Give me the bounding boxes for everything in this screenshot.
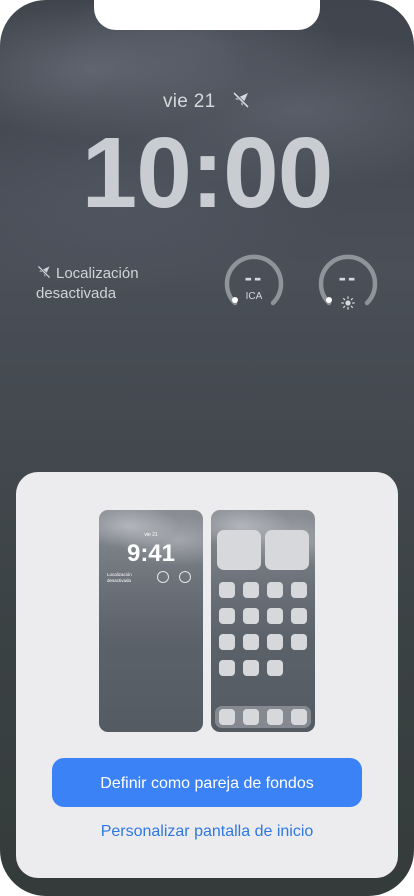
uv-index-widget[interactable]: -- [317, 253, 379, 315]
preview-uv-widget [179, 571, 191, 583]
preview-app-icon [243, 634, 259, 650]
set-as-wallpaper-pair-button[interactable]: Definir como pareja de fondos [52, 758, 362, 807]
preview-app-icon [291, 634, 307, 650]
preview-clock: 9:41 [126, 540, 176, 567]
aqi-label: ICA [245, 291, 263, 302]
preview-app-icon [219, 634, 235, 650]
sun-icon [341, 296, 355, 310]
location-off-icon [231, 90, 251, 110]
home-screen-preview[interactable] [211, 510, 315, 732]
preview-app-icon [291, 582, 307, 598]
preview-app-icon [267, 634, 283, 650]
preview-app-icon [219, 582, 235, 598]
customize-home-screen-link[interactable]: Personalizar pantalla de inicio [16, 823, 398, 841]
aqi-value: -- [244, 265, 264, 290]
preview-dock-icon [267, 709, 283, 725]
preview-dock-icon [219, 709, 235, 725]
preview-app-icon [267, 608, 283, 624]
preview-app-icon [291, 608, 307, 624]
preview-widget [217, 530, 261, 570]
lock-screen-preview[interactable]: vie 21 9:41 Localización desactivada [99, 510, 203, 732]
preview-app-icon [267, 660, 283, 676]
preview-aqi-widget [157, 571, 169, 583]
preview-date: vie 21 [144, 532, 158, 538]
location-widget[interactable]: Localización desactivada [36, 264, 186, 304]
date-label: vie 21 [162, 91, 216, 112]
preview-dock-icon [291, 709, 307, 725]
lock-clock: 10:00 [81, 117, 334, 229]
preview-app-icon [219, 608, 235, 624]
lock-date: vie 21 [0, 90, 414, 113]
preview-app-icon [243, 608, 259, 624]
preview-location-text: Localización desactivada [107, 572, 132, 583]
uv-value: -- [338, 265, 358, 290]
preview-widget [265, 530, 309, 570]
preview-dock-icon [243, 709, 259, 725]
air-quality-widget[interactable]: -- ICA [223, 253, 285, 315]
preview-app-icon [243, 660, 259, 676]
preview-app-icon [267, 582, 283, 598]
preview-app-icon [243, 582, 259, 598]
wallpaper-pair-sheet: vie 21 9:41 Localización desactivada Def… [16, 472, 398, 878]
device-notch [94, 0, 320, 30]
location-off-icon [36, 264, 52, 280]
preview-dock [215, 706, 311, 728]
lock-screen-wallpaper: vie 21 10:00 Localización desactivada --… [0, 0, 414, 896]
preview-app-icon [219, 660, 235, 676]
